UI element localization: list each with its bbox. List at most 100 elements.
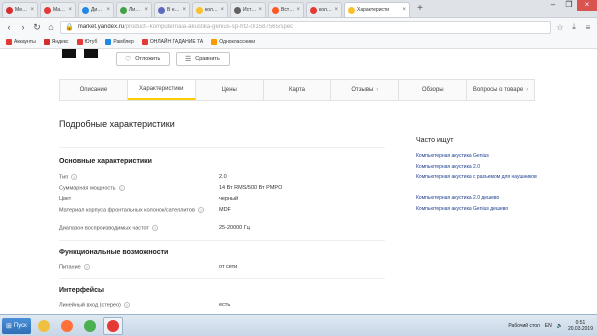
help-icon[interactable]: ?	[118, 185, 125, 191]
browser-tab[interactable]: Меню ×	[2, 2, 38, 17]
compare-icon: ☰	[185, 56, 192, 63]
window-close-button[interactable]: ×	[577, 0, 597, 11]
heart-icon: ♡	[125, 56, 132, 63]
reload-icon[interactable]: ↻	[32, 22, 42, 33]
sidebar-link[interactable]: Компьютерная акустика с разъемом для нау…	[416, 174, 546, 181]
tab-close-icon[interactable]: ×	[258, 7, 262, 13]
bookmark-item[interactable]: Одноклассники	[211, 39, 255, 45]
spec-section-title: Функциональные возможности	[59, 249, 169, 256]
browser-tab[interactable]: колонки ген×	[306, 2, 342, 17]
spec-key: Тип?	[59, 174, 209, 180]
minimize-button[interactable]: –	[545, 0, 561, 11]
taskbar-app-firefox[interactable]	[57, 317, 77, 335]
sidebar-link[interactable]: Компьютерная акустика Genius	[416, 153, 546, 160]
spec-row: Материал корпуса фронтальных колонок/сат…	[59, 207, 379, 216]
browser-tab[interactable]: Личный каб×	[116, 2, 152, 17]
help-icon[interactable]: ?	[197, 207, 204, 213]
tab-close-icon[interactable]: ×	[68, 7, 72, 13]
language-indicator[interactable]: EN	[545, 323, 552, 329]
clock-date: 20.03.2019	[567, 325, 593, 332]
browser-tab[interactable]: Характеристи ×	[344, 2, 410, 17]
section-divider	[59, 278, 385, 279]
browser-tab[interactable]: История×	[230, 2, 266, 17]
spec-key: Суммарная мощность?	[59, 185, 209, 191]
tab-close-icon[interactable]: ×	[296, 7, 300, 13]
forward-icon[interactable]: ›	[18, 22, 28, 32]
browser-tab-title: Диалоги	[91, 7, 104, 13]
spec-section-title: Основные характеристики	[59, 158, 152, 165]
help-icon[interactable]: ?	[151, 225, 158, 231]
help-icon[interactable]: ?	[123, 302, 130, 308]
menu-icon[interactable]: ≡	[583, 23, 593, 32]
bookmark-item[interactable]: Яндекс	[43, 39, 69, 45]
browser-tab[interactable]: Встречи×	[268, 2, 304, 17]
bookmark-star-icon[interactable]: ☆	[555, 23, 565, 32]
bookmark-item[interactable]: Аккаунты	[6, 39, 36, 45]
clock[interactable]: 0:51 20.03.2019	[568, 320, 593, 332]
back-icon[interactable]: ‹	[4, 22, 14, 32]
address-bar[interactable]: 🔒 market.yandex.ru/product--komputernaia…	[60, 20, 551, 34]
bookmark-item[interactable]: ОНЛАЙН ГАДАНИЕ ТА	[141, 39, 203, 45]
compare-button[interactable]: ☰ Сравнить	[176, 52, 230, 66]
browser-tab[interactable]: колонки коп×	[192, 2, 228, 17]
spec-key-text: Питание	[59, 264, 81, 271]
section-divider	[59, 240, 385, 241]
product-tab-label: Характеристики	[139, 86, 184, 92]
maximize-button[interactable]: ❐	[561, 0, 577, 11]
tab-close-icon[interactable]: ×	[30, 7, 34, 13]
browser-tab[interactable]: Майнкрафт×	[40, 2, 76, 17]
sidebar-link[interactable]: Компьютерная акустика 2.0 дешево	[416, 195, 546, 202]
spec-key: Диапазон воспроизводимых частот?	[59, 225, 209, 231]
taskbar-app-opera[interactable]	[102, 316, 123, 335]
bookmark-item[interactable]: Рамблер	[105, 39, 134, 45]
start-button[interactable]: ⊞ Пуск	[2, 317, 31, 334]
product-tab[interactable]: Вопросы о товаре ›	[467, 80, 534, 100]
tab-favicon-icon	[348, 6, 355, 14]
product-tab[interactable]: Отзывы ›	[331, 80, 400, 100]
tab-close-icon[interactable]: ×	[334, 7, 338, 13]
desktop-label[interactable]: Рабочий стол	[508, 323, 539, 329]
tab-favicon-icon	[196, 6, 203, 14]
spec-key-text: Цвет	[59, 196, 72, 202]
spec-row: Цвет черный	[59, 196, 379, 205]
product-tab[interactable]: Характеристики	[127, 80, 196, 100]
download-icon[interactable]: ⤓	[569, 22, 579, 32]
bookmark-label: Рамблер	[113, 39, 134, 45]
tab-close-icon[interactable]: ×	[182, 7, 186, 13]
tab-close-icon[interactable]: ×	[106, 7, 110, 13]
tab-close-icon[interactable]: ×	[144, 7, 148, 13]
browser-tab[interactable]: В новых тех×	[154, 2, 190, 17]
product-image	[62, 49, 100, 58]
browser-tab-title: История	[243, 7, 257, 13]
bookmark-item[interactable]: Ютуб	[76, 39, 97, 45]
taskbar-app-chrome[interactable]	[80, 317, 100, 335]
product-tab[interactable]: Описание	[60, 80, 128, 100]
spec-row: Суммарная мощность? 14 Вт RMS/500 Вт PMPO	[59, 185, 379, 194]
product-tab[interactable]: Цены	[196, 80, 264, 100]
help-icon[interactable]: ?	[71, 174, 78, 180]
browser-tab-title: Характеристи	[357, 7, 390, 13]
sidebar-link[interactable]: Компьютерная акустика 2.0	[416, 164, 546, 171]
product-tab-label: Цены	[221, 87, 237, 93]
new-tab-button[interactable]: +	[414, 3, 426, 15]
tab-favicon-icon	[120, 6, 127, 14]
tab-close-icon[interactable]: ×	[402, 7, 406, 13]
browser-tab-title: колонки ген	[319, 7, 333, 13]
help-icon[interactable]: ?	[83, 264, 90, 270]
tab-close-icon[interactable]: ×	[220, 7, 224, 13]
product-tab[interactable]: Обзоры	[399, 80, 468, 100]
spec-key: Цвет	[59, 196, 209, 202]
product-tab-label: Обзоры	[421, 87, 444, 93]
home-icon[interactable]: ⌂	[46, 22, 56, 32]
product-tab[interactable]: Карта	[264, 80, 332, 100]
sidebar-link[interactable]: Компьютерная акустика Genius дешево	[416, 206, 546, 213]
volume-icon[interactable]: 🔈	[557, 323, 563, 329]
tab-favicon-icon	[234, 6, 241, 14]
browser-tab-title: В новых тех	[167, 7, 180, 13]
taskbar-app-explorer[interactable]	[34, 317, 54, 335]
browser-tab[interactable]: Диалоги×	[78, 2, 114, 17]
spec-key-text: Материал корпуса фронтальных колонок/сат…	[59, 207, 195, 214]
page-title: Подробные характеристики	[59, 119, 175, 129]
lock-icon: 🔒	[65, 24, 74, 31]
postpone-button[interactable]: ♡ Отложить	[116, 52, 170, 66]
